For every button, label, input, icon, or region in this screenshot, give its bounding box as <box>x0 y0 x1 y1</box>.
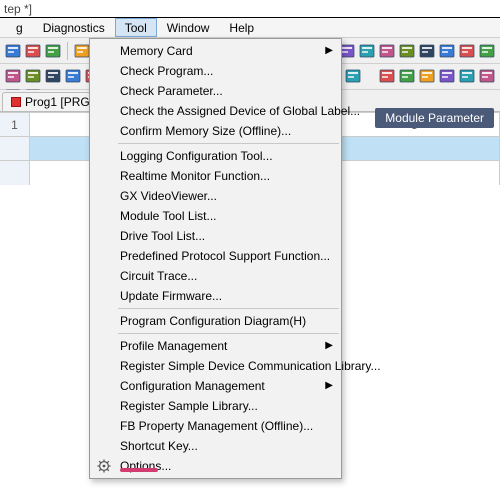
menu-item[interactable]: Check the Assigned Device of Global Labe… <box>90 101 341 121</box>
menu-item-label: Check the Assigned Device of Global Labe… <box>120 104 360 118</box>
menu-item-label: Module Tool List... <box>120 209 217 223</box>
menu-item[interactable]: Memory Card ▶ <box>90 41 341 61</box>
toolbar-button[interactable] <box>458 67 476 85</box>
toolbar-button[interactable] <box>378 42 396 60</box>
toolbar-button[interactable] <box>398 42 416 60</box>
grid-cell[interactable] <box>330 161 500 185</box>
menu-item-label: Configuration Management <box>120 379 265 393</box>
menu-separator <box>118 143 339 144</box>
module-parameter-label: Module Parameter <box>385 111 484 125</box>
toolbar-button[interactable] <box>418 42 436 60</box>
toolbar-button[interactable] <box>358 42 376 60</box>
menu-item-label: Realtime Monitor Function... <box>120 169 270 183</box>
tab-marker-icon <box>11 97 21 107</box>
menu-item[interactable]: Realtime Monitor Function... <box>90 166 341 186</box>
grid-row-header[interactable]: 1 <box>0 113 30 137</box>
menu-item-label: GX VideoViewer... <box>120 189 217 203</box>
menu-item[interactable]: Module Tool List... <box>90 206 341 226</box>
menu-item-label: Predefined Protocol Support Function... <box>120 249 330 263</box>
menu-item-help[interactable]: Help <box>219 18 264 37</box>
menu-item-label: Drive Tool List... <box>120 229 205 243</box>
grid-row-header[interactable] <box>0 137 30 161</box>
menu-separator <box>118 308 339 309</box>
menu-item[interactable]: Logging Configuration Tool... <box>90 146 341 166</box>
toolbar-separator <box>67 42 68 60</box>
menu-separator <box>118 333 339 334</box>
menu-item[interactable]: Options... <box>90 456 341 476</box>
grid-cell-selected[interactable] <box>330 137 500 161</box>
menu-item[interactable]: Drive Tool List... <box>90 226 341 246</box>
menu-item-label: Profile Management <box>120 339 227 353</box>
menu-item[interactable]: Check Parameter... <box>90 81 341 101</box>
menu-item[interactable]: Register Simple Device Communication Lib… <box>90 356 341 376</box>
menu-item[interactable]: GX VideoViewer... <box>90 186 341 206</box>
menu-item-label: Confirm Memory Size (Offline)... <box>120 124 291 138</box>
toolbar-button[interactable] <box>438 67 456 85</box>
menu-item-label: Update Firmware... <box>120 289 222 303</box>
menu-item[interactable]: Shortcut Key... <box>90 436 341 456</box>
menu-item[interactable]: FB Property Management (Offline)... <box>90 416 341 436</box>
menu-item-label: Register Simple Device Communication Lib… <box>120 359 381 373</box>
submenu-arrow-icon: ▶ <box>325 380 333 391</box>
menu-item[interactable]: Configuration Management ▶ <box>90 376 341 396</box>
highlight-underline-icon <box>120 468 158 472</box>
tool-menu-dropdown: Memory Card ▶ Check Program... Check Parame… <box>89 38 342 479</box>
menu-item-label: Circuit Trace... <box>120 269 197 283</box>
menu-item-label: Logging Configuration Tool... <box>120 149 273 163</box>
menu-item[interactable]: Profile Management ▶ <box>90 336 341 356</box>
menu-item-label: Check Parameter... <box>120 84 223 98</box>
submenu-arrow-icon: ▶ <box>325 340 333 351</box>
menu-item-label: FB Property Management (Offline)... <box>120 419 313 433</box>
menu-item[interactable]: Confirm Memory Size (Offline)... <box>90 121 341 141</box>
gear-icon <box>96 458 112 474</box>
menu-item-label: Shortcut Key... <box>120 439 198 453</box>
toolbar-button[interactable] <box>24 67 42 85</box>
menu-item-label: Register Sample Library... <box>120 399 258 413</box>
window-title: tep *] <box>4 2 32 16</box>
menu-bar: gDiagnosticsToolWindowHelp <box>0 18 500 38</box>
menu-item-window[interactable]: Window <box>157 18 220 37</box>
title-bar: tep *] <box>0 0 500 18</box>
toolbar-button[interactable] <box>44 42 62 60</box>
module-parameter-tab[interactable]: Module Parameter <box>375 108 494 128</box>
menu-item[interactable]: Register Sample Library... <box>90 396 341 416</box>
toolbar-button[interactable] <box>4 67 22 85</box>
toolbar-button[interactable] <box>64 67 82 85</box>
menu-item-label: Check Program... <box>120 64 213 78</box>
menu-item-tool[interactable]: Tool <box>115 18 157 37</box>
toolbar-button[interactable] <box>458 42 476 60</box>
submenu-arrow-icon: ▶ <box>325 45 333 56</box>
menu-item[interactable]: Program Configuration Diagram(H) <box>90 311 341 331</box>
grid-row-header[interactable] <box>0 161 30 185</box>
menu-item-g[interactable]: g <box>6 18 33 37</box>
toolbar-button[interactable] <box>398 67 416 85</box>
toolbar-button[interactable] <box>438 42 456 60</box>
toolbar-button[interactable] <box>378 67 396 85</box>
toolbar-button[interactable] <box>418 67 436 85</box>
toolbar-button[interactable] <box>478 67 496 85</box>
menu-item-diagnostics[interactable]: Diagnostics <box>33 18 115 37</box>
toolbar-button[interactable] <box>44 67 62 85</box>
menu-item[interactable]: Update Firmware... <box>90 286 341 306</box>
menu-item-label: Memory Card <box>120 44 193 58</box>
menu-item[interactable]: Predefined Protocol Support Function... <box>90 246 341 266</box>
menu-item[interactable]: Check Program... <box>90 61 341 81</box>
menu-item-label: Program Configuration Diagram(H) <box>120 314 306 328</box>
toolbar-button[interactable] <box>344 67 362 85</box>
toolbar-button[interactable] <box>24 42 42 60</box>
menu-item[interactable]: Circuit Trace... <box>90 266 341 286</box>
toolbar-button[interactable] <box>478 42 496 60</box>
toolbar-button[interactable] <box>4 42 22 60</box>
